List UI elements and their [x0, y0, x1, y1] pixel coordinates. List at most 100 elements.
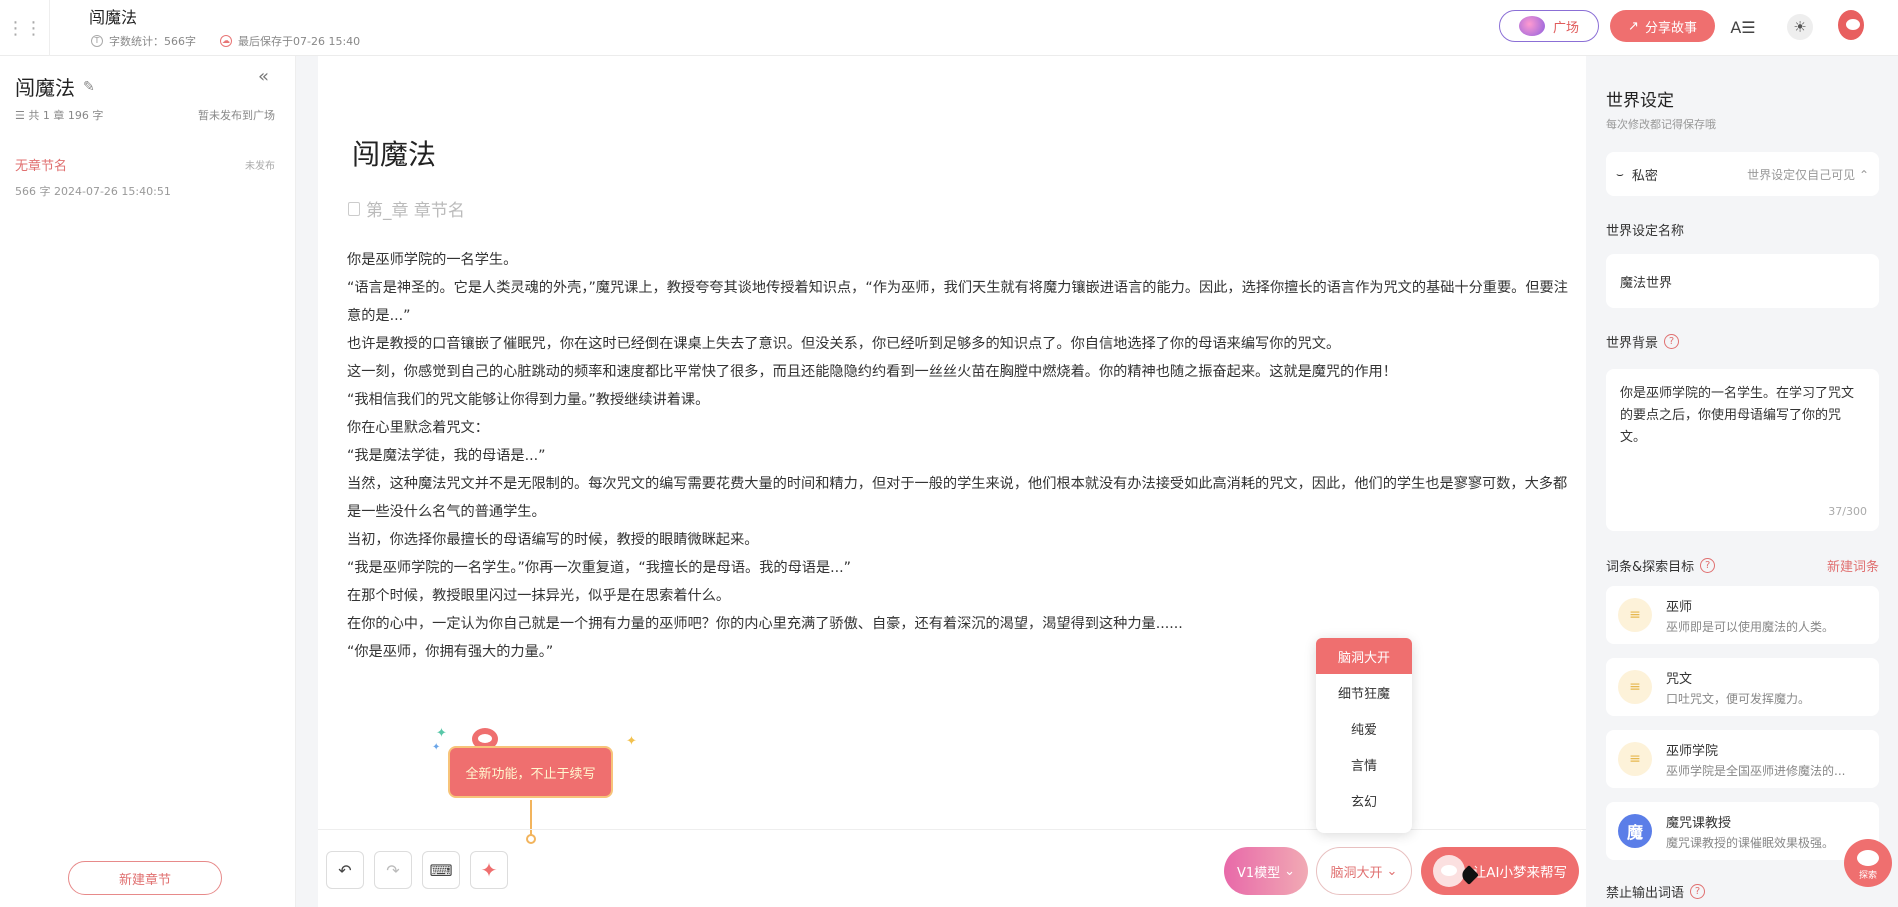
sparkle-icon: ✦	[436, 726, 447, 741]
paragraph: “我是巫师学院的一名学生。”你再一次重复道，“我擅长的是母语。我的母语是...”	[347, 560, 852, 576]
cloud-icon: ☁	[220, 35, 232, 47]
entry-icon: ≡	[1618, 598, 1652, 632]
undo-icon: ↶	[338, 860, 352, 880]
sparkle-icon: ✦	[480, 858, 498, 882]
paragraph: 这一刻，你感觉到自己的心脏跳动的频率和速度都比平常快了很多，而且还能隐隐约约看到…	[347, 364, 1397, 380]
model-label: V1模型	[1236, 865, 1281, 881]
paragraph: 在你的心中，一定认为你自己就是一个拥有力量的巫师吧？你的内心里充满了骄傲、自豪，…	[347, 616, 1183, 632]
style-option[interactable]: 纯爱	[1316, 710, 1412, 746]
name-label: 世界设定名称	[1606, 224, 1685, 239]
privacy-toggle[interactable]: ⌣ 私密 世界设定仅自己可见 ⌃	[1606, 152, 1879, 196]
paragraph: “我是魔法学徒，我的母语是...”	[347, 448, 546, 464]
plaza-label: 广场	[1552, 20, 1579, 36]
chevron-down-icon: ⌄	[1386, 863, 1398, 879]
sun-icon: ☀	[1787, 14, 1813, 40]
entry-icon: ≡	[1618, 670, 1652, 704]
redo-button[interactable]: ↷	[374, 851, 412, 889]
story-stats: ☰ 共 1 章 196 字	[15, 109, 104, 122]
world-background-textarea[interactable]: 你是巫师学院的一名学生。在学习了咒文的要点之后，你使用母语编写了你的咒文。 37…	[1606, 369, 1879, 531]
publish-state: 暂未发布到广场	[198, 109, 275, 122]
share-story-button[interactable]: ↗ 分享故事	[1610, 10, 1715, 42]
paragraph: “我相信我们的咒文能够让你得到力量。”教授继续讲着课。	[347, 392, 710, 408]
mascot-icon	[1838, 10, 1864, 40]
word-name: 咒文	[1666, 671, 1693, 687]
word-desc: 巫师学院是全国巫师进修魔法的...	[1666, 763, 1846, 778]
privacy-label: 私密	[1631, 168, 1658, 184]
word-desc: 巫师即是可以使用魔法的人类。	[1666, 619, 1835, 634]
word-entry[interactable]: ≡ 巫师 巫师即是可以使用魔法的人类。	[1606, 586, 1879, 644]
word-desc: 口吐咒文，便可发挥魔力。	[1666, 691, 1811, 706]
panel-subtitle: 每次修改都记得保存哦	[1606, 118, 1716, 131]
mascot-icon	[1857, 850, 1879, 866]
help-icon[interactable]: ?	[1690, 884, 1706, 899]
ai-write-button[interactable]: 让AI小梦来帮写	[1421, 847, 1579, 895]
new-chapter-button[interactable]: 新建章节	[68, 861, 222, 895]
save-time: 最后保存于07-26 15:40	[238, 35, 361, 48]
char-count: 37/300	[1828, 505, 1867, 518]
banned-words-label: 禁止输出词语 ?	[1606, 882, 1706, 901]
section-name-input[interactable]: 第_章 章节名	[348, 196, 465, 221]
explore-label: 探索	[1858, 871, 1877, 881]
chapter-meta: 566 字 2024-07-26 15:40:51	[15, 185, 171, 198]
mascot-icon	[1433, 855, 1465, 887]
chevron-down-icon: ⌄	[1284, 863, 1296, 879]
words-label: 词条&探索目标 ?	[1606, 556, 1716, 575]
style-label: 脑洞大开	[1330, 865, 1383, 881]
doc-meta: T 字数统计：566字 ☁ 最后保存于07-26 15:40	[91, 33, 360, 49]
paragraph: 你在心里默念着咒文：	[347, 420, 489, 436]
user-avatar[interactable]	[1838, 10, 1864, 40]
ai-feature-button[interactable]: ✦	[470, 851, 508, 889]
entry-icon: ≡	[1618, 742, 1652, 776]
style-option[interactable]: 言情	[1316, 746, 1412, 782]
word-name: 魔咒课教授	[1666, 815, 1732, 831]
keyboard-icon: ⌨	[429, 860, 453, 880]
help-icon[interactable]: ?	[1700, 558, 1716, 573]
theme-toggle[interactable]: ☀	[1787, 14, 1813, 40]
collapse-icon[interactable]: «	[258, 66, 269, 87]
paragraph: 你是巫师学院的一名学生。	[347, 252, 518, 268]
document-icon	[348, 201, 360, 216]
chapter-title[interactable]: 闯魔法	[352, 133, 436, 173]
word-entry[interactable]: 魔 魔咒课教授 魔咒课教授的课催眠效果极强。	[1606, 802, 1879, 860]
word-name: 巫师	[1666, 599, 1693, 615]
paragraph: “语言是神圣的。它是人类灵魂的外壳，”魔咒课上，教授夸夸其谈地传授着知识点，“作…	[347, 280, 1568, 324]
undo-button[interactable]: ↶	[326, 851, 364, 889]
story-title-text: 闯魔法	[15, 76, 75, 100]
sparkle-icon: ✦	[626, 734, 637, 749]
help-icon[interactable]: ?	[1664, 334, 1680, 349]
sparkle-icon: ✦	[432, 742, 441, 753]
style-option[interactable]: 细节狂魔	[1316, 674, 1412, 710]
share-icon: ↗	[1628, 18, 1639, 34]
style-option[interactable]: 脑洞大开	[1316, 638, 1412, 674]
entry-icon: 魔	[1618, 814, 1652, 848]
explore-button[interactable]: 探索	[1844, 839, 1892, 887]
ai-label: 让AI小梦来帮写	[1472, 865, 1567, 881]
keyboard-button[interactable]: ⌨	[422, 851, 460, 889]
word-entry[interactable]: ≡ 巫师学院 巫师学院是全国巫师进修魔法的...	[1606, 730, 1879, 788]
edit-icon[interactable]: ✎	[83, 79, 95, 95]
world-name-input[interactable]: 魔法世界	[1606, 254, 1879, 308]
chapter-state: 未发布	[245, 161, 275, 172]
top-bar: ⋮⋮ 闯魔法 T 字数统计：566字 ☁ 最后保存于07-26 15:40 广场…	[0, 0, 1898, 56]
planet-icon	[1518, 16, 1545, 36]
style-select-button[interactable]: 脑洞大开 ⌄	[1316, 847, 1412, 895]
privacy-desc: 世界设定仅自己可见 ⌃	[1747, 167, 1869, 182]
plaza-button[interactable]: 广场	[1499, 10, 1599, 42]
story-title: 闯魔法 ✎	[15, 72, 95, 101]
editor-body[interactable]: 你是巫师学院的一名学生。 “语言是神圣的。它是人类灵魂的外壳，”魔咒课上，教授夸…	[347, 246, 1579, 666]
new-word-button[interactable]: 新建词条	[1827, 556, 1879, 575]
share-label: 分享故事	[1644, 20, 1697, 36]
section-placeholder: 第_章 章节名	[366, 201, 465, 221]
word-count: 字数统计：566字	[109, 35, 196, 48]
font-settings-icon[interactable]: A☰	[1730, 14, 1756, 40]
chapter-item[interactable]: 无章节名 未发布 566 字 2024-07-26 15:40:51	[15, 155, 275, 199]
word-name: 巫师学院	[1666, 743, 1719, 759]
background-label: 世界背景 ?	[1606, 332, 1680, 351]
world-settings-panel: 世界设定 每次修改都记得保存哦 ⌣ 私密 世界设定仅自己可见 ⌃ 世界设定名称 …	[1587, 56, 1898, 907]
word-entry[interactable]: ≡ 咒文 口吐咒文，便可发挥魔力。	[1606, 658, 1879, 716]
model-select-button[interactable]: V1模型 ⌄	[1224, 847, 1308, 895]
doc-title: 闯魔法	[89, 8, 138, 27]
style-option[interactable]: 玄幻	[1316, 782, 1412, 818]
apps-grid-icon[interactable]: ⋮⋮	[0, 0, 50, 56]
eye-closed-icon: ⌣	[1616, 166, 1624, 181]
